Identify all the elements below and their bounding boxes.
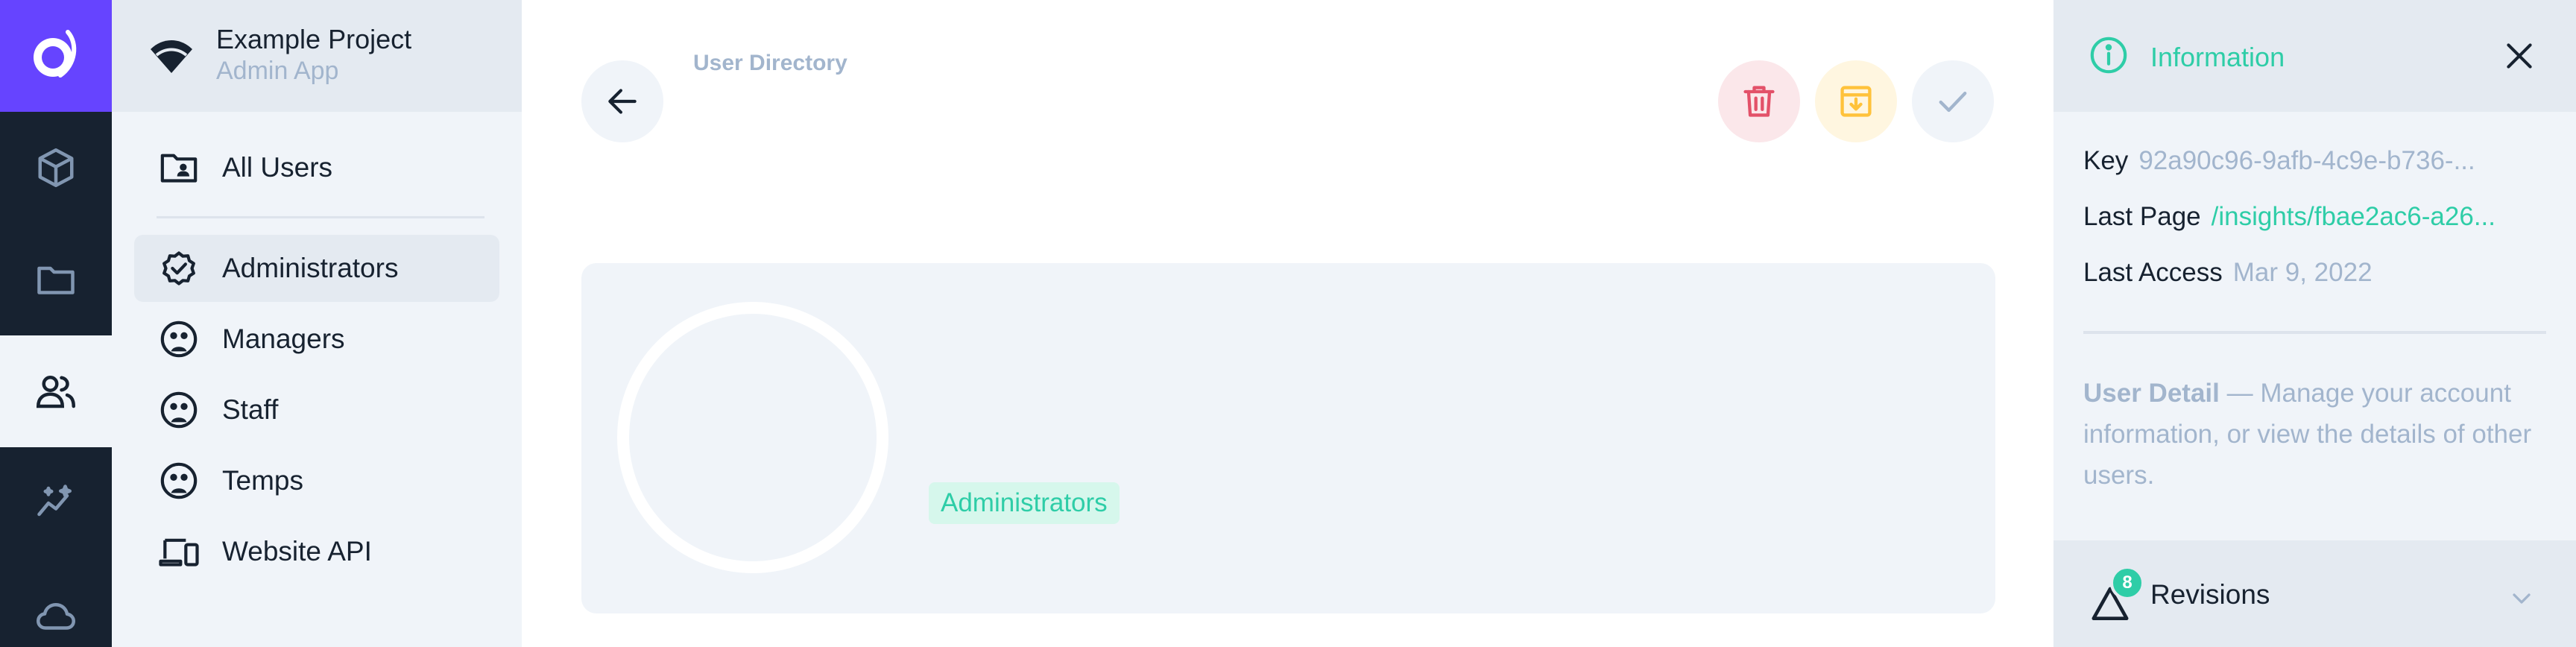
key-value: 92a90c96-9afb-4c9e-b736-...: [2138, 146, 2475, 175]
last-page-row: Last Page/insights/fbae2ac6-a26...: [2083, 202, 2553, 232]
avatar[interactable]: [617, 302, 888, 573]
module-users[interactable]: [0, 335, 112, 447]
close-icon[interactable]: [2501, 37, 2538, 75]
last-access-row: Last Access Mar 9, 2022: [2083, 258, 2553, 288]
nav-item-temps[interactable]: Temps: [134, 447, 499, 514]
back-button[interactable]: [581, 60, 663, 142]
key-row: Key 92a90c96-9afb-4c9e-b736-...: [2083, 146, 2553, 176]
project-title: Example Project: [216, 24, 412, 54]
face-icon: [157, 317, 201, 362]
cloud-icon: [37, 603, 75, 630]
last-access-value: Mar 9, 2022: [2232, 258, 2373, 287]
project-subtitle: Admin App: [216, 57, 339, 85]
navigation-panel: Example Project Admin App All Users Admi…: [112, 0, 522, 647]
devices-icon: [157, 529, 201, 574]
chevron-down-icon[interactable]: [2507, 584, 2536, 613]
check-icon: [1939, 92, 1967, 113]
module-content[interactable]: [0, 112, 112, 224]
nav-item-administrators[interactable]: Administrators: [134, 235, 499, 302]
detail-title: User Detail: [2083, 379, 2220, 408]
sidebar-description: User Detail — Manage your account inform…: [2083, 373, 2553, 496]
module-files[interactable]: [0, 224, 112, 335]
nav-item-staff[interactable]: Staff: [134, 376, 499, 444]
user-header-card: Administrators: [581, 263, 1995, 613]
sidebar-title: Information: [2150, 42, 2285, 72]
arrow-left-icon: [608, 89, 637, 114]
nav-item-managers[interactable]: Managers: [134, 306, 499, 373]
info-sidebar: Information Key 92a90c96-9afb-4c9e-b736-.…: [2053, 0, 2576, 647]
last-page-label: Last Page: [2083, 202, 2201, 231]
badge-check-icon: [157, 246, 201, 291]
breadcrumb[interactable]: User Directory: [693, 51, 847, 76]
role-badge: Administrators: [929, 482, 1120, 524]
users-icon: [36, 376, 75, 408]
module-cloud[interactable]: [0, 559, 112, 647]
cube-icon: [38, 148, 74, 187]
face-icon: [157, 388, 201, 432]
logo-icon: [34, 30, 77, 78]
insights-icon: [37, 485, 72, 517]
module-insights[interactable]: [0, 447, 112, 559]
nav-item-website-api[interactable]: Website API: [134, 518, 499, 585]
avatar-placeholder: [629, 314, 877, 561]
face-icon: [157, 458, 201, 503]
save-button[interactable]: [1912, 60, 1994, 142]
nav-item-label: Administrators: [222, 253, 399, 283]
folder-user-icon: [157, 145, 201, 190]
sidebar-divider: [2083, 331, 2546, 334]
trash-icon: [1743, 86, 1775, 117]
revisions-title: Revisions: [2150, 579, 2270, 610]
nav-item-all-users[interactable]: All Users: [134, 134, 499, 201]
module-bar: [0, 0, 112, 647]
last-access-label: Last Access: [2083, 258, 2223, 287]
sidebar-header[interactable]: Information: [2053, 0, 2576, 112]
delete-button[interactable]: [1718, 60, 1800, 142]
revisions-section[interactable]: 8 Revisions: [2053, 540, 2576, 647]
key-label: Key: [2083, 146, 2129, 175]
nav-item-label: All Users: [222, 152, 333, 183]
archive-icon: [1840, 86, 1872, 117]
nav-item-label: Website API: [222, 536, 372, 566]
nav-item-label: Managers: [222, 324, 345, 354]
main-content: User Directory Administrators: [522, 0, 2053, 647]
revisions-count-badge: 8: [2110, 566, 2144, 600]
wifi-icon: [151, 40, 192, 73]
project-header[interactable]: Example Project Admin App: [112, 0, 522, 112]
nav-divider: [157, 216, 484, 218]
folder-icon: [37, 266, 75, 294]
info-icon: [2090, 37, 2127, 74]
nav-item-label: Staff: [222, 394, 279, 425]
app-logo[interactable]: [0, 0, 112, 112]
nav-item-label: Temps: [222, 465, 303, 496]
archive-button[interactable]: [1815, 60, 1897, 142]
last-page-link[interactable]: /insights/fbae2ac6-a26...: [2212, 202, 2496, 231]
